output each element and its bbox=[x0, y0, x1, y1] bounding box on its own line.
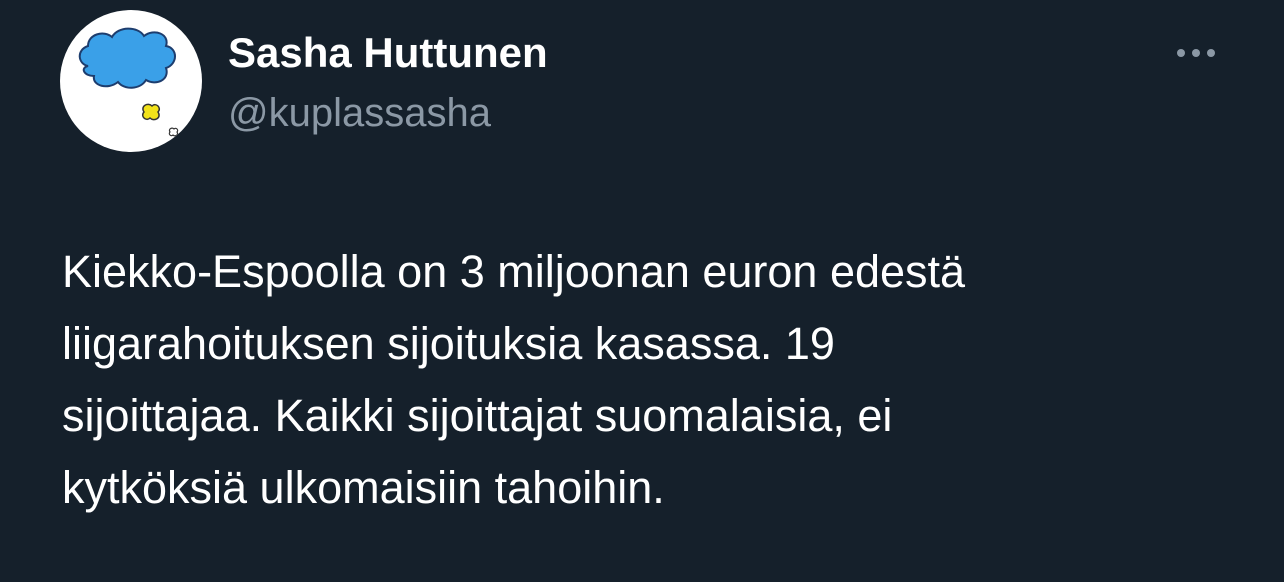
more-horizontal-icon bbox=[1177, 49, 1185, 57]
more-options-button[interactable] bbox=[1168, 38, 1224, 68]
tweet-text-line: liigarahoituksen sijoituksia kasassa. 19 bbox=[62, 318, 835, 369]
tweet-card: Sasha Huttunen @kuplassasha Kiekko-Espoo… bbox=[0, 0, 1284, 582]
tweet-text-line: sijoittajaa. Kaikki sijoittajat suomalai… bbox=[62, 390, 893, 441]
more-horizontal-icon bbox=[1207, 49, 1215, 57]
tweet-text: Kiekko-Espoolla on 3 miljoonan euron ede… bbox=[62, 236, 1242, 524]
cloud-thought-bubble-icon bbox=[78, 27, 179, 137]
tweet-text-line: Kiekko-Espoolla on 3 miljoonan euron ede… bbox=[62, 246, 966, 297]
user-handle[interactable]: @kuplassasha bbox=[228, 88, 491, 138]
avatar[interactable] bbox=[60, 10, 202, 152]
more-horizontal-icon bbox=[1192, 49, 1200, 57]
display-name[interactable]: Sasha Huttunen bbox=[228, 28, 548, 78]
tweet-text-line: kytköksiä ulkomaisiin tahoihin. bbox=[62, 462, 665, 513]
